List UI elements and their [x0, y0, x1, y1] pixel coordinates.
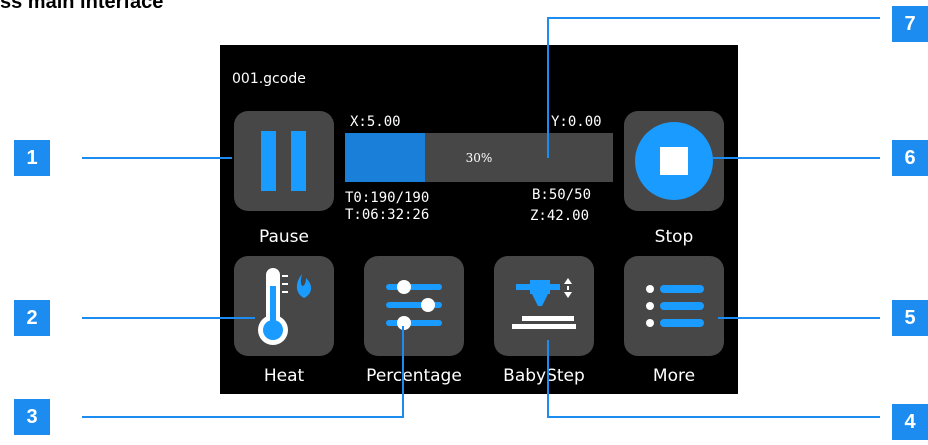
y-position: Y:0.00 — [551, 114, 602, 130]
progress-percent: 30% — [465, 150, 493, 165]
filename-label: 001.gcode — [232, 71, 306, 87]
heat-button[interactable] — [234, 256, 334, 356]
nozzle-bed-icon — [512, 278, 576, 329]
nozzle-temperature: T0:190/190 — [345, 190, 430, 206]
pause-icon — [261, 131, 306, 191]
section-heading: ss main interface — [0, 0, 164, 13]
pause-button[interactable] — [234, 111, 334, 211]
bed-temperature: B:50/50 — [532, 187, 592, 203]
z-position: Z:42.00 — [530, 208, 590, 224]
thermometer-flame-icon — [258, 268, 312, 345]
heat-label: Heat — [263, 366, 305, 386]
callout-7: 7 — [892, 6, 928, 42]
stop-button[interactable] — [624, 111, 724, 211]
percentage-button[interactable] — [364, 256, 464, 356]
pause-label: Pause — [259, 227, 309, 247]
more-button[interactable] — [624, 256, 724, 356]
more-label: More — [652, 366, 696, 386]
sliders-icon — [386, 280, 442, 330]
print-time: T:06:32:26 — [345, 207, 430, 223]
callout-6: 6 — [892, 140, 928, 176]
list-icon — [646, 285, 704, 327]
babystep-button[interactable] — [494, 256, 594, 356]
x-position: X:5.00 — [350, 114, 401, 130]
print-progress-bar: 30% — [345, 133, 613, 182]
callout-5: 5 — [892, 300, 928, 336]
callout-3: 3 — [14, 399, 50, 435]
printer-screen: 001.gcode Pause X:5.00 Y:0.00 30% T0:190… — [220, 45, 738, 394]
callout-4: 4 — [892, 404, 928, 440]
babystep-label: BabyStep — [503, 366, 585, 386]
stop-icon — [635, 122, 713, 200]
stop-label: Stop — [654, 227, 694, 247]
callout-2: 2 — [14, 300, 50, 336]
callout-1: 1 — [14, 140, 50, 176]
percentage-label: Percentage — [366, 366, 462, 386]
